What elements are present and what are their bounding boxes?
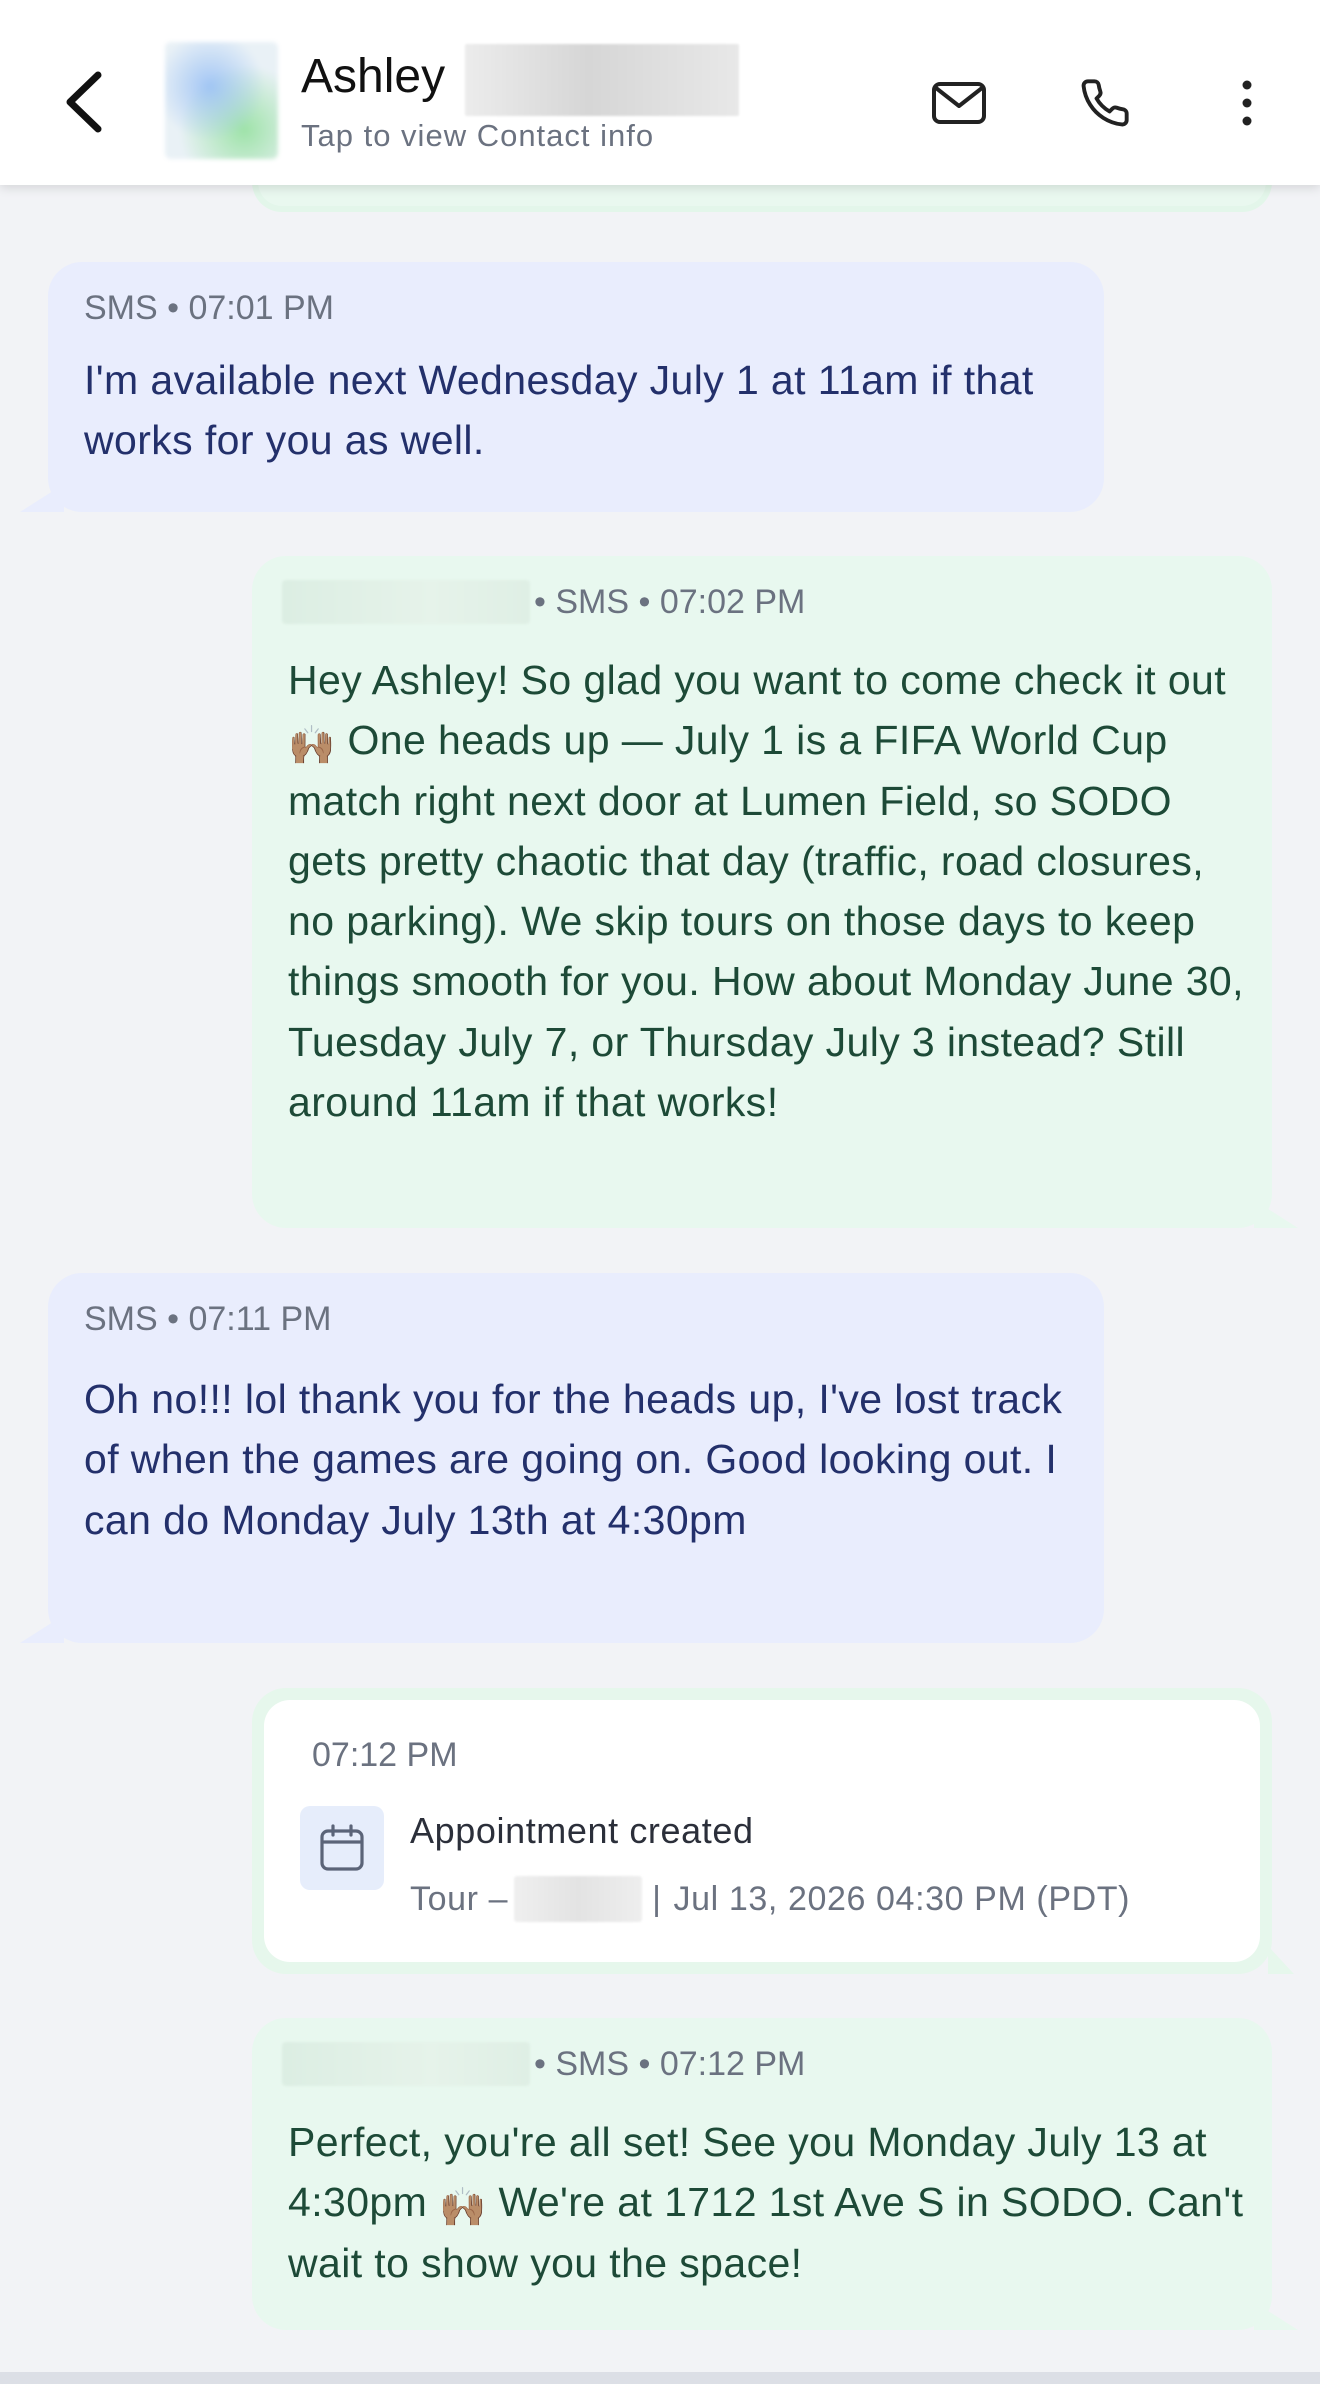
composer-edge <box>0 2372 1320 2384</box>
appointment-title: Appointment created <box>410 1810 754 1851</box>
appointment-event: 07:12 PM Appointment created Tour – | Ju… <box>252 1688 1272 1974</box>
calendar-icon-box <box>300 1806 384 1890</box>
calendar-icon <box>320 1824 364 1871</box>
more-options-button[interactable] <box>1212 68 1282 138</box>
appointment-datetime: Jul 13, 2026 04:30 PM (PDT) <box>673 1879 1131 1918</box>
mail-button[interactable] <box>924 68 994 138</box>
message-meta: SMS • 07:01 PM <box>84 289 335 327</box>
more-vertical-icon <box>1242 80 1252 126</box>
message-text: I'm available next Wednesday July 1 at 1… <box>84 357 1034 464</box>
message-text-part: Hey Ashley! So glad you want to come che… <box>288 657 1227 703</box>
message-meta: • SMS • 07:12 PM <box>534 2045 806 2083</box>
tour-label: Tour – <box>410 1879 509 1918</box>
chevron-left-icon <box>66 71 102 133</box>
bubble-tail <box>1254 1200 1298 1228</box>
bubble-tail <box>20 484 64 512</box>
outgoing-message: • SMS • 07:12 PM Perfect, you're all set… <box>252 2018 1272 2330</box>
redacted-tour-name <box>514 1876 643 1922</box>
bubble-tail <box>20 1615 64 1643</box>
back-button[interactable] <box>54 62 114 142</box>
appointment-details: Tour – | Jul 13, 2026 04:30 PM (PDT) <box>410 1876 1130 1922</box>
raised-hands-emoji: 🙌🏽 <box>288 725 336 768</box>
outgoing-message: • SMS • 07:02 PM Hey Ashley! So glad you… <box>252 556 1272 1228</box>
bubble-tail <box>1268 1946 1294 1974</box>
redacted-surname <box>465 44 739 116</box>
message-text: Oh no!!! lol thank you for the heads up,… <box>84 1376 1063 1543</box>
event-time: 07:12 PM <box>312 1736 458 1774</box>
mail-icon <box>932 82 986 124</box>
redacted-sender <box>282 580 530 624</box>
message-text: Perfect, you're all set! See you Monday … <box>288 2112 1248 2293</box>
contact-info-link[interactable]: Tap to view Contact info <box>301 118 654 154</box>
conversation-header: Ashley Tap to view Contact info <box>0 0 1320 185</box>
bubble-tail <box>1254 2302 1298 2330</box>
incoming-message: SMS • 07:01 PM I'm available next Wednes… <box>48 262 1104 512</box>
contact-avatar[interactable] <box>165 42 278 159</box>
raised-hands-emoji: 🙌🏽 <box>438 2187 487 2230</box>
message-text-part: One heads up — July 1 is a FIFA World Cu… <box>288 717 1244 1126</box>
message-meta: SMS • 07:11 PM <box>84 1300 332 1338</box>
message-text: Hey Ashley! So glad you want to come che… <box>288 650 1248 1132</box>
redacted-sender <box>282 2042 530 2086</box>
phone-icon <box>1081 79 1129 127</box>
appointment-card[interactable]: 07:12 PM Appointment created Tour – | Ju… <box>264 1700 1260 1962</box>
incoming-message: SMS • 07:11 PM Oh no!!! lol thank you fo… <box>48 1273 1104 1643</box>
call-button[interactable] <box>1070 68 1140 138</box>
message-meta: • SMS • 07:02 PM <box>534 583 806 621</box>
contact-name[interactable]: Ashley <box>301 48 445 106</box>
detail-separator: | <box>652 1879 662 1918</box>
